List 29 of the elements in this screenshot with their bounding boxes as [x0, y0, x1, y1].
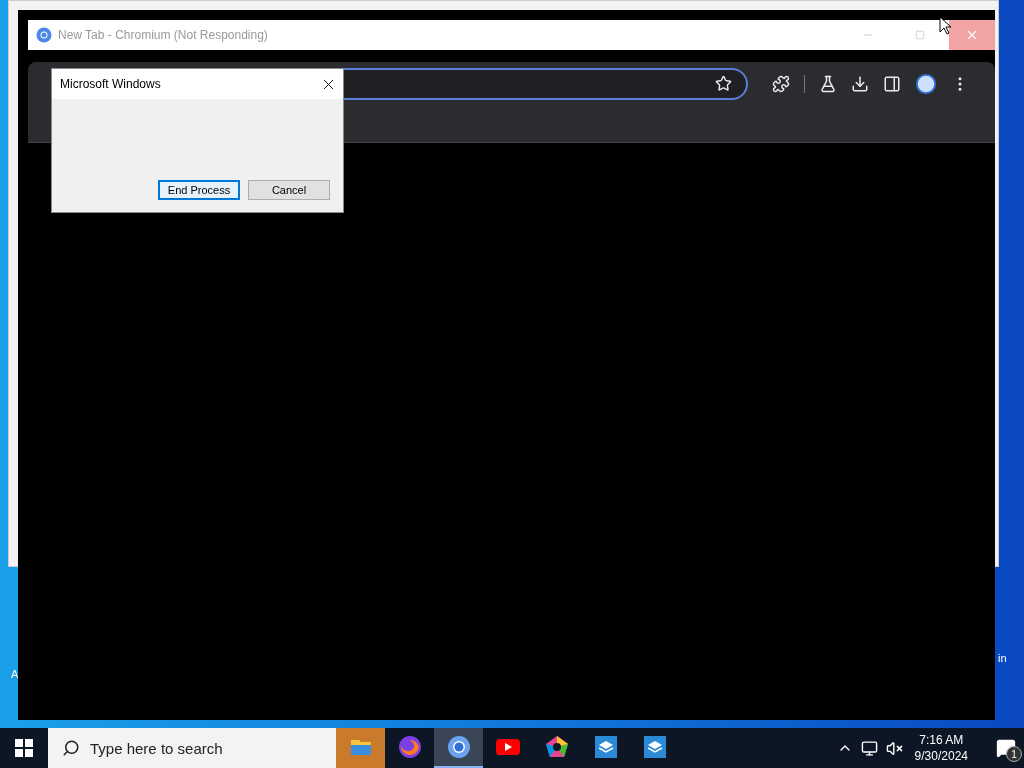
browser-icon	[446, 735, 471, 759]
search-icon	[62, 739, 80, 757]
dialog-button[interactable]: Cancel	[248, 180, 330, 200]
desktop-icon-label: A	[11, 668, 19, 680]
puzzle-icon[interactable]	[772, 74, 790, 93]
flask-icon[interactable]	[819, 74, 837, 93]
profile-icon[interactable]	[915, 72, 937, 95]
close-icon	[965, 28, 979, 42]
star-icon[interactable]	[715, 75, 732, 92]
notifications-button[interactable]: 1	[988, 728, 1024, 768]
pentagon-icon	[544, 735, 569, 759]
windows-logo-icon	[15, 739, 33, 757]
desktop-icon-label: in	[998, 652, 1007, 664]
window-title: New Tab - Chromium (Not Responding)	[58, 28, 269, 42]
dialog-button[interactable]: End Process	[158, 180, 240, 200]
search-field[interactable]: Type here to search	[48, 728, 336, 768]
folder-icon	[349, 737, 372, 757]
side-panel-icon[interactable]	[883, 74, 901, 93]
clock[interactable]: 7:16 AM 9/30/2024	[914, 733, 968, 763]
notification-count: 1	[1006, 746, 1022, 762]
app-box-icon	[642, 735, 667, 759]
play-icon	[494, 737, 521, 757]
dialog-title: Microsoft Windows	[60, 77, 161, 91]
download-icon[interactable]	[851, 74, 869, 93]
maximize-icon	[915, 30, 925, 40]
app-box-icon	[593, 735, 618, 759]
browser-icon	[36, 27, 52, 43]
taskbar-app[interactable]	[434, 728, 483, 768]
volume-muted-icon[interactable]	[885, 739, 903, 757]
